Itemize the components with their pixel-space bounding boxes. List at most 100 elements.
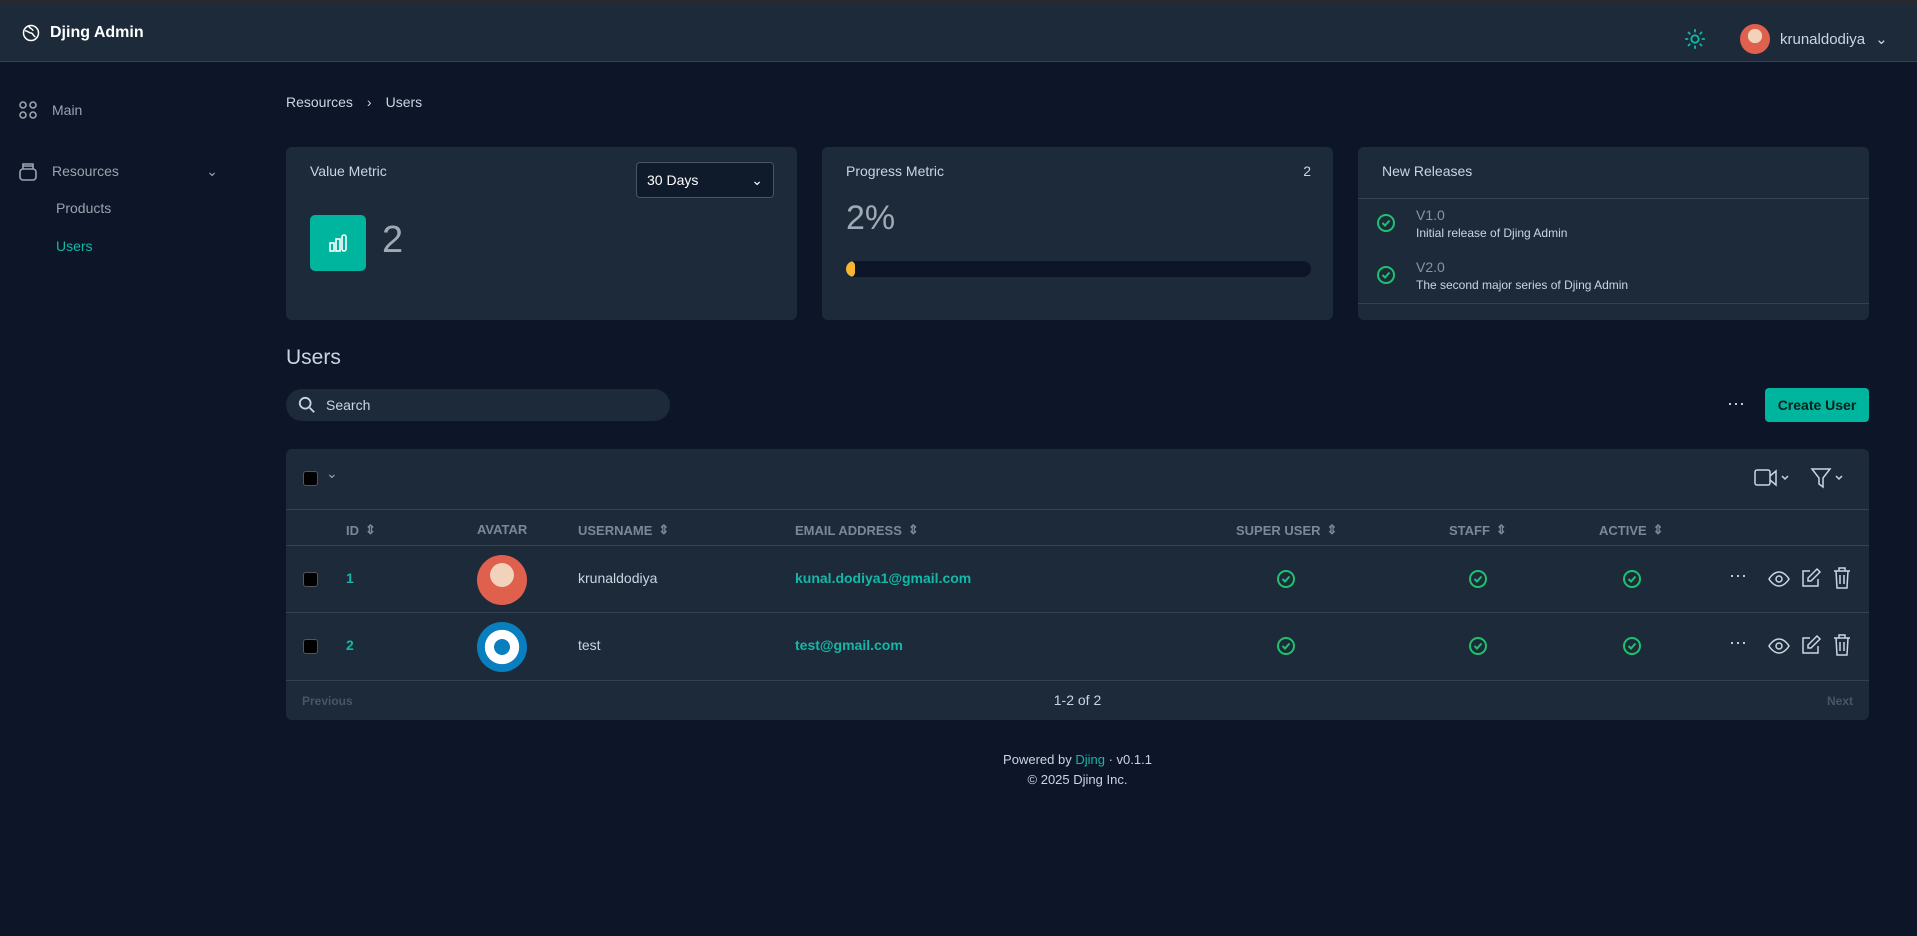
table-header: ID ⇕ AVATAR USERNAME ⇕ EMAIL ADDRESS ⇕ SUPE… <box>286 509 1869 545</box>
section-heading: Users <box>286 346 341 369</box>
edit-icon[interactable] <box>1800 634 1822 656</box>
create-user-button[interactable]: Create User <box>1765 388 1869 422</box>
sidebar-item-resources[interactable]: Resources ⌄ <box>18 160 218 182</box>
users-table: ⌄ ID ⇕ AVATAR USERNAME ⇕ EMAIL ADDRESS ⇕ SU… <box>286 449 1869 720</box>
row-more-button[interactable]: ⋯ <box>1729 566 1747 587</box>
sidebar-item-label: Products <box>56 200 112 216</box>
pagination: Previous 1-2 of 2 Next <box>286 680 1869 720</box>
check-circle-icon <box>1622 636 1642 659</box>
cell-email[interactable]: kunal.dodiya1@gmail.com <box>795 570 971 586</box>
user-menu[interactable]: krunaldodiya ⌄ <box>1740 24 1888 54</box>
check-circle-icon <box>1276 569 1296 592</box>
breadcrumb-resources[interactable]: Resources <box>286 94 353 110</box>
breadcrumb: Resources › Users <box>286 94 422 110</box>
search-icon <box>298 396 315 413</box>
check-circle-icon <box>1276 636 1296 659</box>
col-email[interactable]: EMAIL ADDRESS ⇕ <box>795 522 919 538</box>
username: krunaldodiya <box>1780 30 1866 48</box>
footer: Powered by Djing · v0.1.1 © 2025 Djing I… <box>0 752 1917 787</box>
top-header: Djing Admin krunaldodiya ⌄ <box>0 6 1917 62</box>
range-value: 30 Days <box>647 172 699 188</box>
pagination-info: 1-2 of 2 <box>1053 692 1102 708</box>
filter-button[interactable] <box>1810 467 1848 492</box>
progress-value: 2% <box>846 199 896 237</box>
video-icon <box>1754 469 1789 487</box>
range-select[interactable]: 30 Days ⌄ <box>636 162 774 198</box>
filter-icon <box>1810 468 1843 489</box>
row-more-button[interactable]: ⋯ <box>1729 633 1747 654</box>
check-circle-icon <box>1377 266 1395 284</box>
progress-target: 2 <box>1303 163 1311 179</box>
chevron-down-icon: ⌄ <box>206 162 218 179</box>
table-row: 1 krunaldodiya kunal.dodiya1@gmail.com ⋯ <box>286 545 1869 612</box>
progress-fill <box>846 261 856 277</box>
avatar <box>477 622 527 672</box>
search-placeholder: Search <box>326 397 371 413</box>
cell-id[interactable]: 2 <box>346 637 354 653</box>
new-releases-card: New Releases V1.0 Initial release of Dji… <box>1358 147 1869 320</box>
theme-toggle-button[interactable] <box>1684 28 1706 53</box>
release-desc: Initial release of Djing Admin <box>1416 226 1568 240</box>
bulk-chevron-down-icon[interactable]: ⌄ <box>326 465 338 482</box>
powered-text: Powered by <box>1003 752 1072 767</box>
card-title: New Releases <box>1382 163 1473 179</box>
sidebar-item-products[interactable]: Products <box>56 200 111 216</box>
sun-icon <box>1684 28 1706 50</box>
progress-bar <box>846 261 1311 277</box>
eye-icon[interactable] <box>1768 635 1790 657</box>
database-icon <box>19 163 37 181</box>
check-circle-icon <box>1622 569 1642 592</box>
cell-username: test <box>578 637 601 653</box>
cell-email[interactable]: test@gmail.com <box>795 637 903 653</box>
cell-id[interactable]: 1 <box>346 570 354 586</box>
chevron-right-icon: › <box>366 94 372 110</box>
chevron-down-icon: ⌄ <box>751 171 763 188</box>
cell-username: krunaldodiya <box>578 570 658 586</box>
logo-icon <box>22 24 40 42</box>
next-button[interactable]: Next <box>1827 694 1853 708</box>
version: · v0.1.1 <box>1108 752 1152 767</box>
copyright: © 2025 Djing Inc. <box>1027 772 1128 787</box>
chevron-down-icon: ⌄ <box>1875 31 1888 48</box>
bar-chart-icon <box>329 234 347 252</box>
metric-icon-box <box>310 215 366 271</box>
trash-icon[interactable] <box>1832 566 1852 590</box>
brand[interactable]: Djing Admin <box>22 24 144 42</box>
eye-icon[interactable] <box>1768 568 1790 590</box>
more-actions-button[interactable]: ⋯ <box>1727 394 1745 415</box>
app-title: Djing Admin <box>50 24 144 41</box>
check-circle-icon <box>1468 569 1488 592</box>
search-input[interactable]: Search <box>286 389 670 421</box>
avatar <box>1740 24 1770 54</box>
trash-icon[interactable] <box>1832 633 1852 657</box>
check-circle-icon <box>1468 636 1488 659</box>
sidebar-item-main[interactable]: Main <box>18 100 82 120</box>
sidebar-item-label: Users <box>56 238 93 254</box>
col-avatar: AVATAR <box>477 522 528 537</box>
col-staff[interactable]: STAFF ⇕ <box>1449 522 1507 538</box>
edit-icon[interactable] <box>1800 567 1822 589</box>
breadcrumb-users: Users <box>385 94 423 110</box>
sidebar-item-users[interactable]: Users <box>56 238 93 254</box>
check-circle-icon <box>1377 214 1395 232</box>
col-username[interactable]: USERNAME ⇕ <box>578 522 669 538</box>
card-title: Value Metric <box>310 163 387 179</box>
progress-metric-card: Progress Metric 2 2% <box>822 147 1333 320</box>
grid-icon <box>19 101 37 119</box>
col-active[interactable]: ACTIVE ⇕ <box>1599 522 1664 538</box>
card-title: Progress Metric <box>846 163 945 179</box>
release-version: V2.0 <box>1416 259 1445 275</box>
avatar <box>477 555 527 605</box>
row-checkbox[interactable] <box>303 639 318 654</box>
djing-link[interactable]: Djing <box>1075 752 1105 767</box>
sidebar-item-label: Main <box>52 102 83 118</box>
select-all-checkbox[interactable] <box>303 471 318 486</box>
metric-value: 2 <box>382 219 404 261</box>
release-version: V1.0 <box>1416 207 1445 223</box>
column-toggle-button[interactable] <box>1754 467 1792 492</box>
col-super-user[interactable]: SUPER USER ⇕ <box>1236 522 1337 538</box>
sidebar-item-label: Resources <box>52 163 119 179</box>
row-checkbox[interactable] <box>303 572 318 587</box>
col-id[interactable]: ID ⇕ <box>346 522 376 538</box>
table-row: 2 test test@gmail.com ⋯ <box>286 612 1869 679</box>
